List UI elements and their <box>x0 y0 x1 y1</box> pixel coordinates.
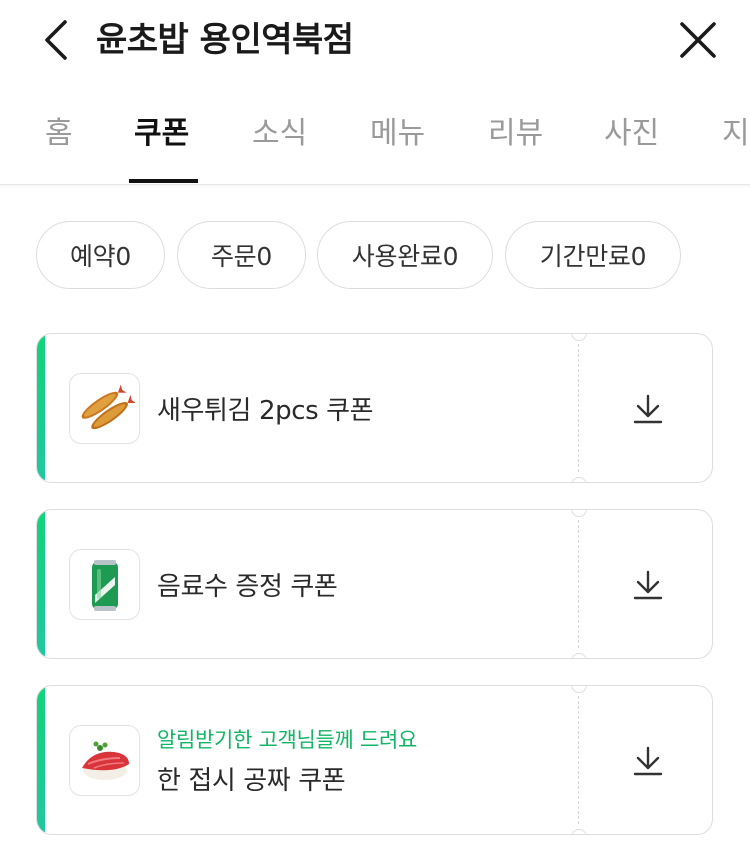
tab-photo[interactable]: 사진 <box>604 114 659 154</box>
download-coupon-button[interactable] <box>618 384 678 434</box>
tab-review[interactable]: 리뷰 <box>488 114 543 154</box>
coupon-accent-bar <box>37 510 45 658</box>
tab-news[interactable]: 소식 <box>252 114 307 154</box>
download-icon <box>633 394 663 424</box>
active-tab-indicator <box>129 179 198 183</box>
coupon-card: 음료수 증정 쿠폰 <box>36 509 713 659</box>
coupon-divider <box>578 696 579 824</box>
tab-more[interactable]: 지 <box>722 114 750 154</box>
download-icon <box>633 570 663 600</box>
tab-coupon[interactable]: 쿠폰 <box>134 114 189 154</box>
header: 윤초밥 용인역북점 <box>0 0 750 84</box>
coupon-name: 한 접시 공짜 쿠폰 <box>157 766 346 796</box>
close-icon <box>680 22 716 58</box>
download-icon <box>633 746 663 776</box>
page-title: 윤초밥 용인역북점 <box>96 20 354 60</box>
coupon-card: 새우튀김 2pcs 쿠폰 <box>36 333 713 483</box>
filter-label: 기간만료0 <box>539 242 647 271</box>
tab-menu[interactable]: 메뉴 <box>370 114 425 154</box>
soda-can-icon <box>69 549 140 620</box>
filter-label: 예약0 <box>69 242 131 271</box>
coupon-divider <box>578 344 579 472</box>
coupon-subtitle: 알림받기한 고객님들께 드려요 <box>157 728 418 752</box>
filter-used[interactable]: 사용완료0 <box>317 221 493 289</box>
filter-order[interactable]: 주문0 <box>177 221 306 289</box>
coupon-divider <box>578 520 579 648</box>
chevron-left-icon <box>45 20 67 60</box>
coupon-notch <box>571 510 587 517</box>
coupon-notch <box>571 477 587 482</box>
tab-home[interactable]: 홈 <box>45 114 73 154</box>
close-button[interactable] <box>676 18 720 62</box>
tuna-sushi-icon <box>69 725 140 796</box>
coupon-name: 새우튀김 2pcs 쿠폰 <box>157 396 374 426</box>
tab-bar: 홈 쿠폰 소식 메뉴 리뷰 사진 지 <box>0 100 750 185</box>
filter-reservation[interactable]: 예약0 <box>36 221 165 289</box>
back-button[interactable] <box>34 18 78 62</box>
coupon-notch <box>571 829 587 834</box>
filter-label: 주문0 <box>210 242 272 271</box>
coupon-accent-bar <box>37 334 45 482</box>
coupon-card: 알림받기한 고객님들께 드려요 한 접시 공짜 쿠폰 <box>36 685 713 835</box>
download-coupon-button[interactable] <box>618 736 678 786</box>
coupon-accent-bar <box>37 686 45 834</box>
fried-shrimp-icon <box>69 373 140 444</box>
coupon-notch <box>571 334 587 341</box>
filter-label: 사용완료0 <box>351 242 459 271</box>
coupon-notch <box>571 653 587 658</box>
coupon-notch <box>571 686 587 693</box>
filter-expired[interactable]: 기간만료0 <box>505 221 681 289</box>
download-coupon-button[interactable] <box>618 560 678 610</box>
coupon-name: 음료수 증정 쿠폰 <box>157 572 338 602</box>
